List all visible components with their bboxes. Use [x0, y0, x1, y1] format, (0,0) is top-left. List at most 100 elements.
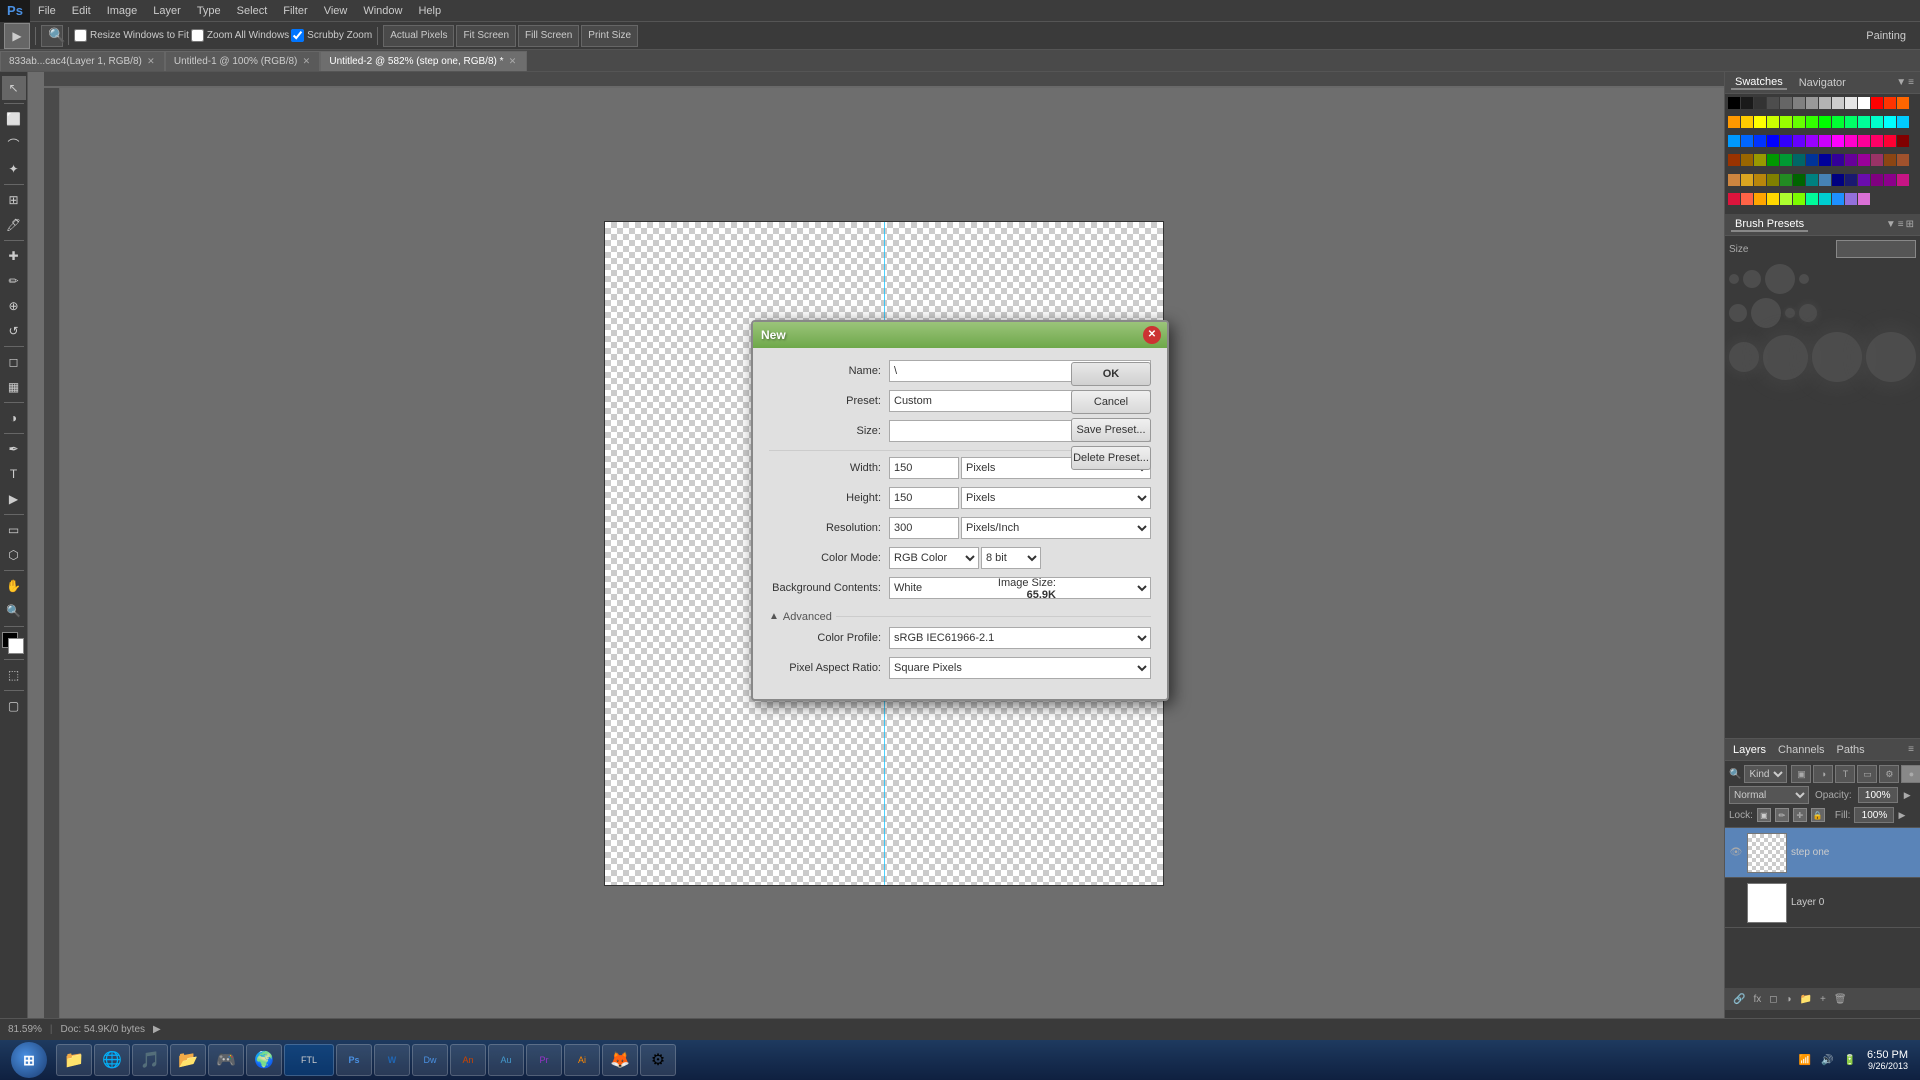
scrubby-zoom-checkbox[interactable]	[291, 29, 304, 42]
brush-item[interactable]	[1729, 274, 1739, 284]
taskbar-clock[interactable]: 6:50 PM 9/26/2013	[1863, 1049, 1912, 1071]
tool-lasso[interactable]: ⌒	[2, 132, 26, 156]
swatch-item[interactable]	[1806, 193, 1818, 205]
taskbar-app-extra[interactable]: ⚙	[640, 1044, 676, 1076]
tab-1[interactable]: 833ab...cac4(Layer 1, RGB/8) ✕	[0, 51, 165, 71]
zoom-all-windows-check[interactable]: Zoom All Windows	[191, 29, 289, 42]
swatch-item[interactable]	[1819, 174, 1831, 186]
swatch-item[interactable]	[1858, 193, 1870, 205]
tab-layers[interactable]: Layers	[1731, 744, 1768, 756]
layer-visibility-btn[interactable]: 👁	[1729, 846, 1743, 860]
swatch-item[interactable]	[1767, 193, 1779, 205]
swatch-item[interactable]	[1858, 135, 1870, 147]
panel-collapse-btn[interactable]: ▼	[1896, 77, 1906, 88]
taskbar-app-explorer[interactable]: 📁	[56, 1044, 92, 1076]
swatch-item[interactable]	[1832, 97, 1844, 109]
swatch-item[interactable]	[1767, 116, 1779, 128]
layers-kind-filter[interactable]: Kind	[1744, 765, 1787, 783]
print-size-btn[interactable]: Print Size	[581, 25, 638, 47]
swatch-item[interactable]	[1897, 174, 1909, 186]
swatch-item[interactable]	[1871, 116, 1883, 128]
brush-item[interactable]	[1799, 304, 1817, 322]
brush-item[interactable]	[1812, 332, 1862, 382]
tab-3[interactable]: Untitled-2 @ 582% (step one, RGB/8) * ✕	[320, 51, 526, 71]
tool-marquee[interactable]: ⬜	[2, 107, 26, 131]
menu-window[interactable]: Window	[355, 0, 410, 22]
swatch-item[interactable]	[1871, 97, 1883, 109]
tool-screen-mode[interactable]: ▢	[2, 694, 26, 718]
tool-stamp[interactable]: ⊕	[2, 294, 26, 318]
tray-sound[interactable]: 🔊	[1818, 1055, 1836, 1066]
menu-file[interactable]: File	[30, 0, 64, 22]
swatch-item[interactable]	[1806, 154, 1818, 166]
swatch-item[interactable]	[1832, 193, 1844, 205]
fg-bg-colors[interactable]	[2, 632, 26, 656]
swatch-item[interactable]	[1858, 116, 1870, 128]
taskbar-app-an[interactable]: An	[450, 1044, 486, 1076]
swatch-item[interactable]	[1728, 193, 1740, 205]
menu-layer[interactable]: Layer	[145, 0, 189, 22]
lock-all-btn[interactable]: 🔒	[1811, 808, 1825, 822]
layers-panel-menu-btn[interactable]: ≡	[1908, 744, 1914, 755]
dialog-ok-btn[interactable]: OK	[1071, 362, 1151, 386]
link-layers-btn[interactable]: 🔗	[1731, 994, 1747, 1005]
tab-swatches[interactable]: Swatches	[1731, 76, 1787, 90]
swatch-item[interactable]	[1832, 135, 1844, 147]
brush-item[interactable]	[1729, 304, 1747, 322]
swatch-item[interactable]	[1780, 97, 1792, 109]
dialog-bit-depth-select[interactable]: 8 bit 16 bit 32 bit	[981, 547, 1041, 569]
swatch-item[interactable]	[1806, 97, 1818, 109]
fit-screen-btn[interactable]: Fit Screen	[456, 25, 516, 47]
brush-item[interactable]	[1743, 270, 1761, 288]
layers-filter-smart[interactable]: ⚙	[1879, 765, 1899, 783]
swatch-item[interactable]	[1793, 154, 1805, 166]
swatch-item[interactable]	[1780, 193, 1792, 205]
swatch-item[interactable]	[1884, 154, 1896, 166]
brush-item[interactable]	[1763, 335, 1808, 380]
tool-arrow[interactable]: ▶	[4, 23, 30, 49]
brush-panel-collapse-btn[interactable]: ▼	[1886, 219, 1896, 230]
swatch-item[interactable]	[1741, 116, 1753, 128]
taskbar-app-browser[interactable]: 🌍	[246, 1044, 282, 1076]
brush-item[interactable]	[1751, 298, 1781, 328]
swatch-item[interactable]	[1832, 116, 1844, 128]
swatch-item[interactable]	[1819, 154, 1831, 166]
swatch-item[interactable]	[1897, 97, 1909, 109]
swatch-item[interactable]	[1767, 154, 1779, 166]
tool-dodge[interactable]: ◑	[2, 406, 26, 430]
swatch-item[interactable]	[1871, 174, 1883, 186]
tab-3-close[interactable]: ✕	[508, 57, 518, 67]
tray-network[interactable]: 📶	[1796, 1055, 1814, 1066]
tool-hand[interactable]: ✋	[2, 574, 26, 598]
swatch-item[interactable]	[1728, 135, 1740, 147]
brush-item[interactable]	[1866, 332, 1916, 382]
taskbar-app-dw[interactable]: Dw	[412, 1044, 448, 1076]
group-layers-btn[interactable]: 📁	[1798, 994, 1814, 1005]
tray-battery[interactable]: 🔋	[1841, 1055, 1859, 1066]
layer-item[interactable]: 👁step one	[1725, 828, 1920, 878]
swatch-item[interactable]	[1845, 116, 1857, 128]
new-layer-btn[interactable]: +	[1818, 994, 1828, 1005]
tool-brush[interactable]: ✏	[2, 269, 26, 293]
swatch-item[interactable]	[1741, 154, 1753, 166]
taskbar-app-au[interactable]: Au	[488, 1044, 524, 1076]
swatch-item[interactable]	[1897, 135, 1909, 147]
dialog-pixel-ratio-select[interactable]: Square Pixels D1/DV NTSC (0.9)	[889, 657, 1151, 679]
swatch-item[interactable]	[1845, 174, 1857, 186]
taskbar-app-game[interactable]: 🎮	[208, 1044, 244, 1076]
tab-navigator[interactable]: Navigator	[1795, 77, 1850, 89]
swatch-item[interactable]	[1884, 135, 1896, 147]
brush-item[interactable]	[1799, 274, 1809, 284]
menu-view[interactable]: View	[316, 0, 356, 22]
tab-1-close[interactable]: ✕	[146, 57, 156, 67]
tool-eraser[interactable]: ◻	[2, 350, 26, 374]
taskbar-app-chrome[interactable]: 🦊	[602, 1044, 638, 1076]
tool-gradient[interactable]: ▦	[2, 375, 26, 399]
taskbar-app-pr[interactable]: Pr	[526, 1044, 562, 1076]
lock-transparent-btn[interactable]: ▣	[1757, 808, 1771, 822]
layer-style-btn[interactable]: fx	[1751, 994, 1763, 1005]
layer-item[interactable]: Layer 0	[1725, 878, 1920, 928]
adjustment-layer-btn[interactable]: ◑	[1784, 994, 1794, 1005]
swatch-item[interactable]	[1806, 116, 1818, 128]
swatch-item[interactable]	[1793, 193, 1805, 205]
